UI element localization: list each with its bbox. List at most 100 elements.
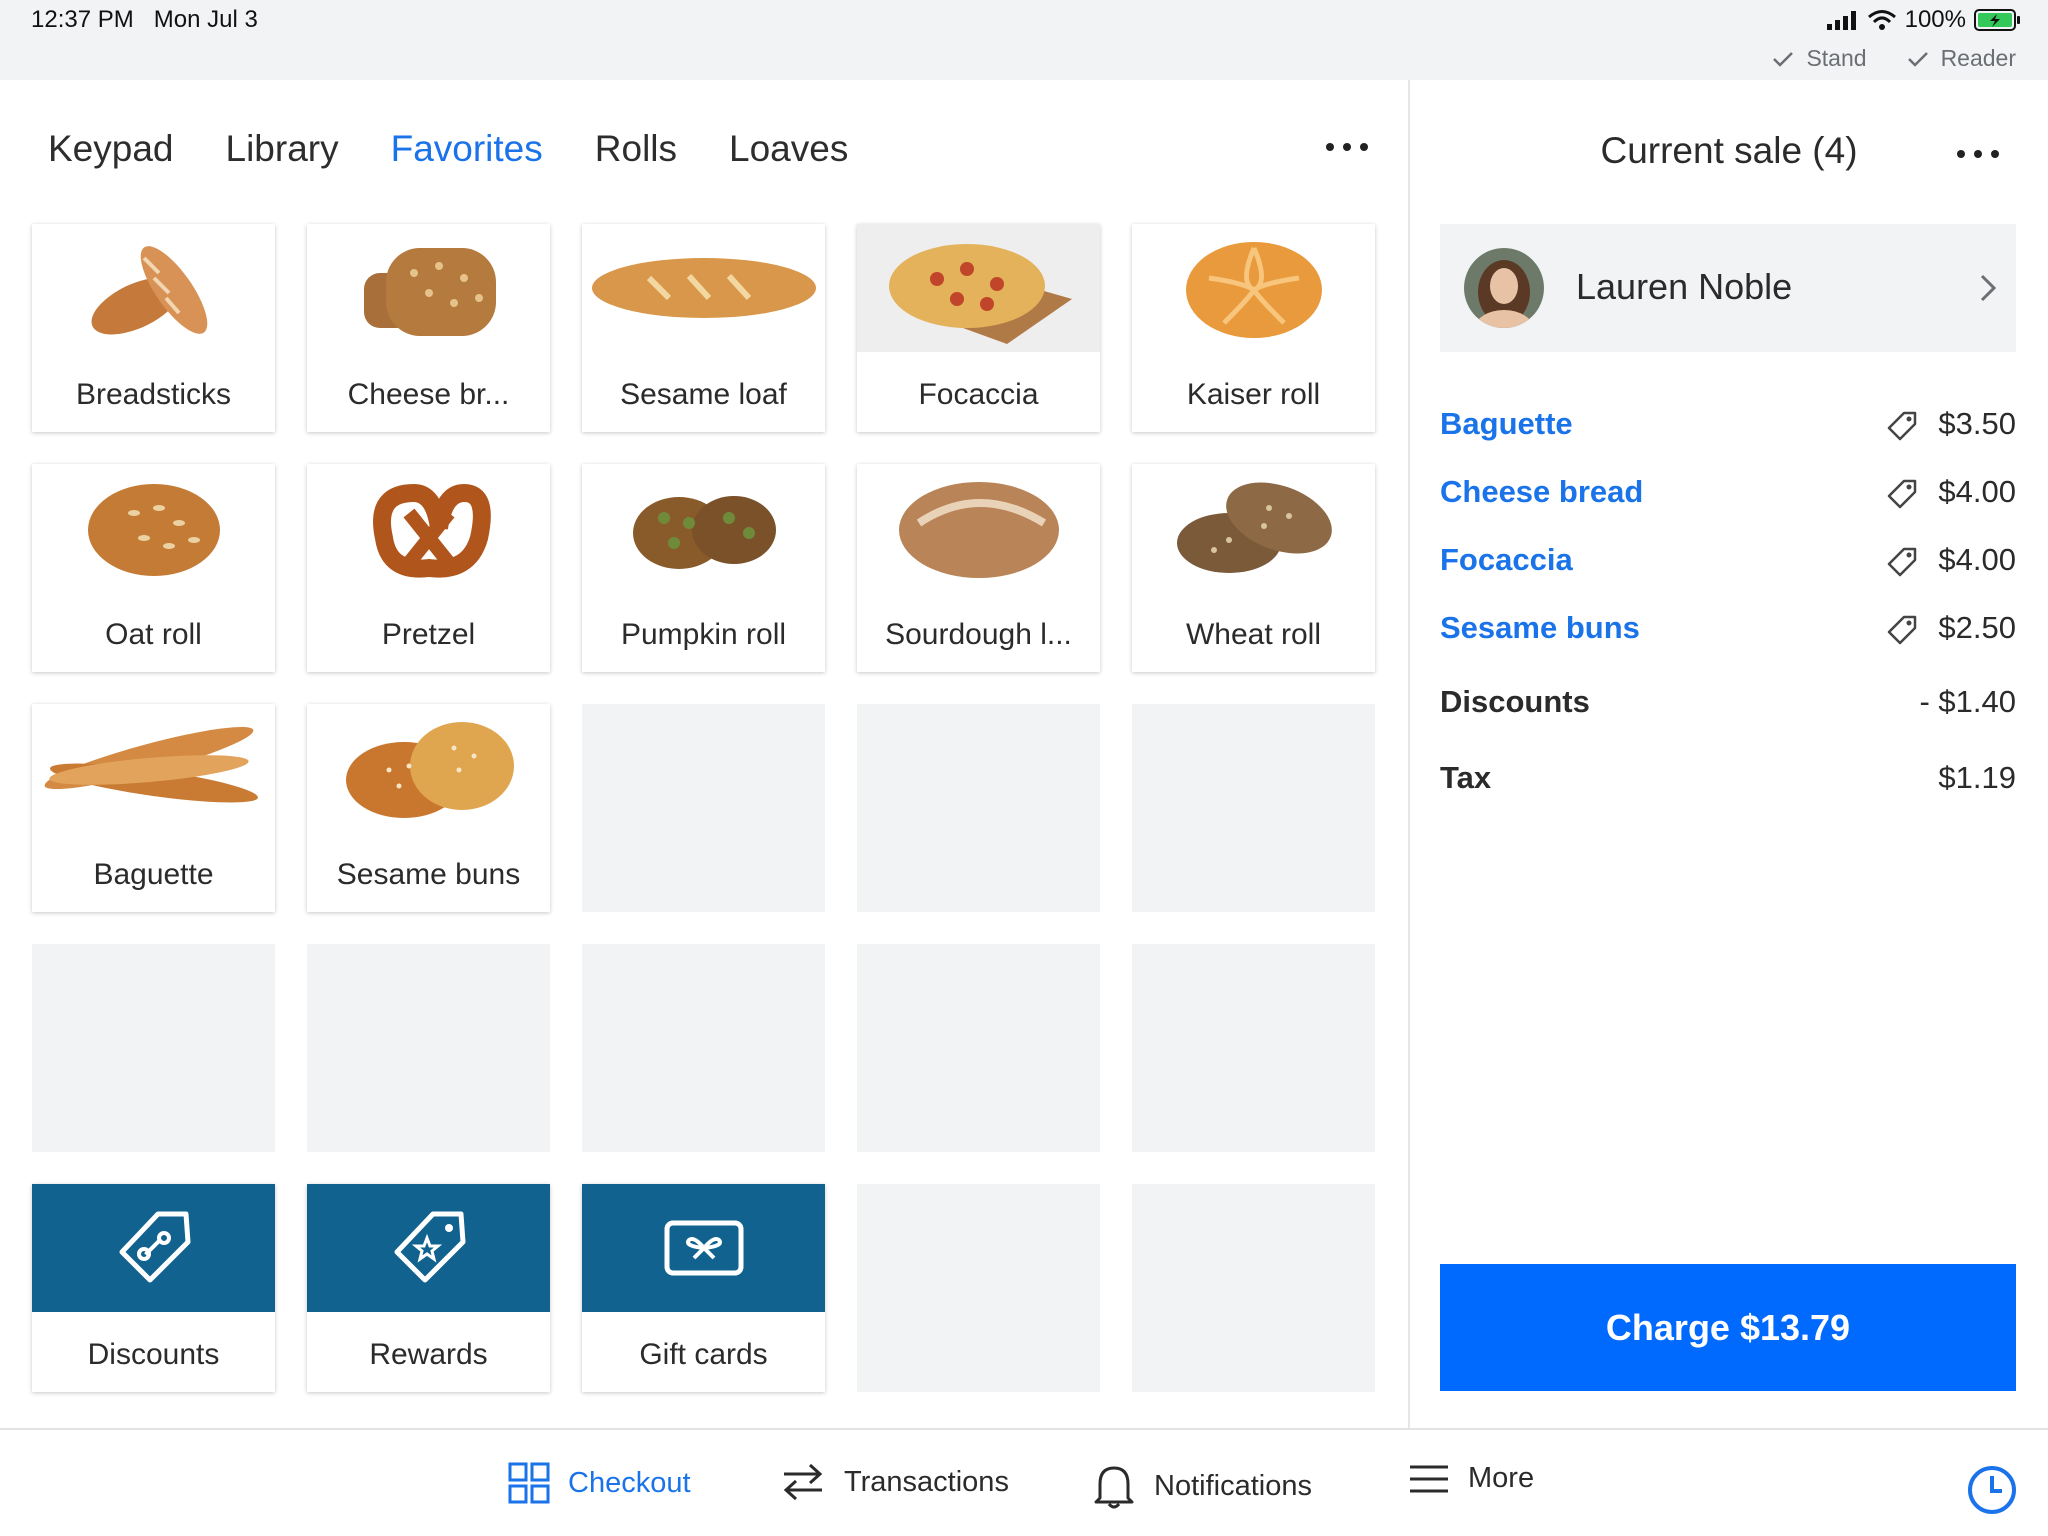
- empty-tile: [857, 1184, 1100, 1392]
- item-tile-kaiser-roll[interactable]: Kaiser roll: [1132, 224, 1375, 432]
- sesame-buns-image: [307, 704, 550, 832]
- item-label: Focaccia: [918, 378, 1039, 411]
- item-tile-sourdough-loaf[interactable]: Sourdough l...: [857, 464, 1100, 672]
- hardware-status: Stand Reader: [1772, 45, 2016, 72]
- line-item-name[interactable]: Cheese bread: [1440, 474, 1643, 510]
- item-label: Breadsticks: [75, 378, 232, 411]
- item-label: Sourdough l...: [885, 618, 1072, 651]
- bell-icon: [1094, 1466, 1134, 1509]
- item-tile-wheat-roll[interactable]: Wheat roll: [1132, 464, 1375, 672]
- battery-charging-icon: [1974, 9, 2020, 31]
- breadsticks-image: [32, 224, 275, 352]
- item-label: Gift cards: [639, 1338, 768, 1371]
- item-label: Wheat roll: [1185, 618, 1322, 651]
- line-item-price: $2.50: [1938, 610, 2016, 645]
- stand-status: Stand: [1772, 45, 1867, 72]
- swap-arrows-icon: [783, 1463, 823, 1501]
- more-options-icon[interactable]: [1957, 150, 1999, 158]
- sale-line-item[interactable]: Baguette $3.50: [1440, 406, 2016, 446]
- line-item-name[interactable]: Focaccia: [1440, 542, 1573, 578]
- stand-label: Stand: [1806, 45, 1867, 71]
- oat-roll-image: [32, 464, 275, 592]
- status-bar: 12:37 PM Mon Jul 3 100% Stand Reader: [0, 0, 2048, 80]
- tax-label: Tax: [1440, 760, 1492, 795]
- item-tile-sesame-loaf[interactable]: Sesame loaf: [582, 224, 825, 432]
- tab-library[interactable]: Library: [226, 128, 339, 170]
- nav-transactions[interactable]: Transactions: [780, 1462, 1009, 1502]
- cheese-bread-image: [307, 224, 550, 352]
- battery-percent: 100%: [1904, 6, 1966, 33]
- baguette-image: [32, 704, 275, 832]
- nav-more[interactable]: More: [1408, 1462, 1534, 1495]
- wifi-icon: [1867, 10, 1896, 30]
- price-tag-icon: [1887, 479, 1917, 509]
- pretzel-image: [307, 464, 550, 592]
- item-label: Pumpkin roll: [620, 618, 787, 651]
- nav-checkout[interactable]: Checkout: [508, 1462, 691, 1504]
- clock-icon[interactable]: [1966, 1464, 2018, 1516]
- focaccia-image: [857, 224, 1100, 352]
- empty-tile: [582, 704, 825, 912]
- customer-card[interactable]: Lauren Noble: [1440, 224, 2016, 352]
- discounts-tile[interactable]: Discounts: [32, 1184, 275, 1392]
- nav-label: More: [1468, 1462, 1535, 1494]
- tab-favorites[interactable]: Favorites: [391, 128, 543, 170]
- sale-line-item[interactable]: Sesame buns $2.50: [1440, 610, 2016, 650]
- empty-tile: [307, 944, 550, 1152]
- gift-cards-tile[interactable]: Gift cards: [582, 1184, 825, 1392]
- item-tile-pumpkin-roll[interactable]: Pumpkin roll: [582, 464, 825, 672]
- nav-notifications[interactable]: Notifications: [1092, 1462, 1312, 1510]
- discounts-summary: Discounts - $1.40: [1440, 684, 2016, 724]
- line-item-price: $4.00: [1938, 474, 2016, 509]
- empty-tile: [1132, 1184, 1375, 1392]
- item-tile-oat-roll[interactable]: Oat roll: [32, 464, 275, 672]
- grid-icon: [508, 1462, 550, 1504]
- signal-icon: [1826, 11, 1856, 30]
- rewards-tile[interactable]: Rewards: [307, 1184, 550, 1392]
- more-options-icon[interactable]: [1326, 143, 1368, 151]
- item-tile-baguette[interactable]: Baguette: [32, 704, 275, 912]
- item-label: Cheese br...: [347, 378, 510, 411]
- avatar: [1464, 248, 1544, 328]
- tab-keypad[interactable]: Keypad: [48, 128, 174, 170]
- reader-label: Reader: [1940, 45, 2016, 71]
- line-item-name[interactable]: Sesame buns: [1440, 610, 1640, 646]
- hamburger-menu-icon: [1410, 1465, 1448, 1492]
- line-item-price: $3.50: [1938, 406, 2016, 441]
- status-time: 12:37 PM Mon Jul 3: [31, 6, 258, 34]
- item-tile-cheese-bread[interactable]: Cheese br...: [307, 224, 550, 432]
- customer-name: Lauren Noble: [1576, 266, 1793, 307]
- tax-value: $1.19: [1938, 760, 2016, 795]
- item-grid: Breadsticks Cheese br... Sesame loaf Foc…: [32, 224, 1375, 1392]
- nav-label: Notifications: [1154, 1469, 1312, 1502]
- sale-line-item[interactable]: Focaccia $4.00: [1440, 542, 2016, 582]
- item-panel: Keypad Library Favorites Rolls Loaves Br…: [0, 80, 1408, 1428]
- item-tile-focaccia[interactable]: Focaccia: [857, 224, 1100, 432]
- item-label: Sesame buns: [336, 858, 521, 891]
- item-tile-breadsticks[interactable]: Breadsticks: [32, 224, 275, 432]
- item-tile-sesame-buns[interactable]: Sesame buns: [307, 704, 550, 912]
- reader-status: Reader: [1907, 45, 2016, 72]
- charge-button[interactable]: Charge $13.79: [1440, 1264, 2016, 1391]
- gift-card-icon: [582, 1184, 825, 1312]
- item-label: Discounts: [87, 1338, 220, 1371]
- status-indicators: 100%: [1825, 6, 2022, 34]
- pumpkin-roll-image: [582, 464, 825, 592]
- line-item-price: $4.00: [1938, 542, 2016, 577]
- current-sale-panel: Current sale (4) Lauren Noble Baguette $…: [1410, 80, 2048, 1428]
- price-tag-icon: [1887, 411, 1917, 441]
- empty-tile: [857, 944, 1100, 1152]
- sale-line-item[interactable]: Cheese bread $4.00: [1440, 474, 2016, 514]
- chevron-right-icon: [1980, 274, 1997, 302]
- item-label: Rewards: [369, 1338, 488, 1371]
- item-tile-pretzel[interactable]: Pretzel: [307, 464, 550, 672]
- line-item-name[interactable]: Baguette: [1440, 406, 1573, 442]
- sale-title: Current sale (4): [1600, 130, 1858, 171]
- discounts-value: - $1.40: [1919, 684, 2016, 719]
- item-label: Sesame loaf: [620, 378, 787, 411]
- tab-loaves[interactable]: Loaves: [729, 128, 848, 170]
- empty-tile: [582, 944, 825, 1152]
- tab-rolls[interactable]: Rolls: [595, 128, 677, 170]
- wheat-roll-image: [1132, 464, 1375, 592]
- status-clock: 12:37 PM: [31, 6, 134, 33]
